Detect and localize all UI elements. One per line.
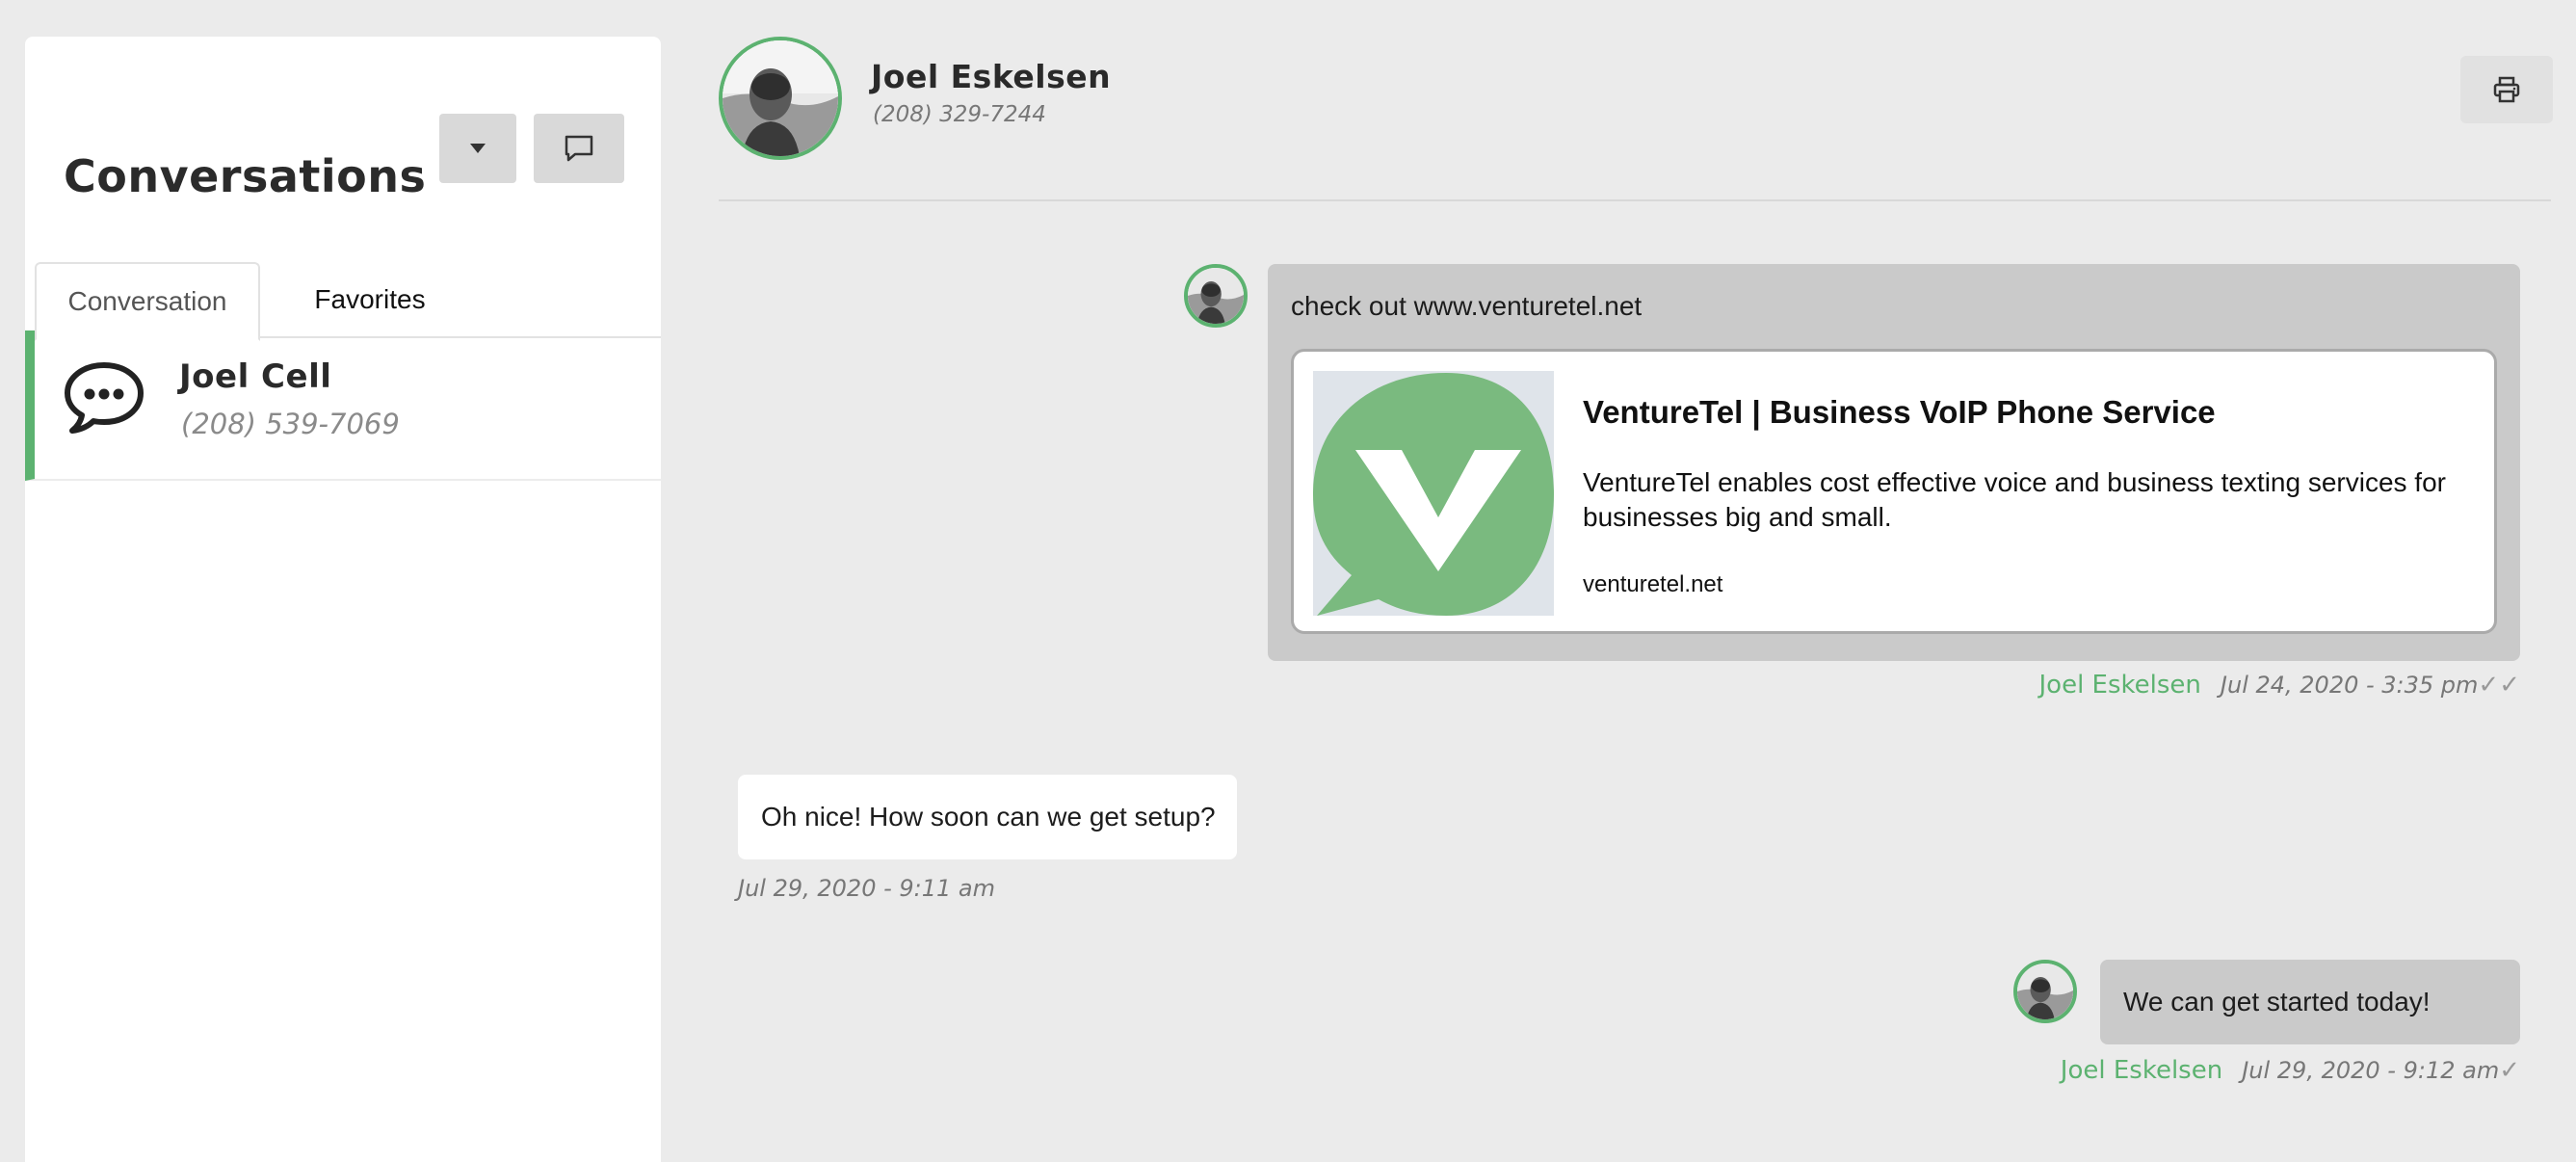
contact-name: Joel Eskelsen: [871, 58, 1112, 95]
header-divider: [719, 199, 2551, 201]
conversation-tabs: Conversation Favorites: [25, 225, 661, 341]
message-sender: Joel Eskelsen: [2060, 1056, 2223, 1085]
message-meta: Joel Eskelsen Jul 24, 2020 - 3:35 pm ✓✓: [2039, 671, 2521, 700]
link-preview-card[interactable]: VentureTel | Business VoIP Phone Service…: [1291, 349, 2497, 634]
filter-dropdown-button[interactable]: [439, 114, 516, 183]
link-preview-domain: venturetel.net: [1583, 571, 1723, 597]
message-icon: [565, 135, 593, 162]
conversation-name: Joel Cell: [179, 357, 332, 396]
venturetel-logo: [1313, 371, 1554, 616]
message-text: check out www.venturetel.net: [1291, 291, 1643, 321]
sender-avatar: [2013, 960, 2077, 1023]
print-button[interactable]: [2460, 56, 2553, 123]
tab-conversation[interactable]: Conversation: [35, 262, 260, 341]
link-preview-title: VentureTel | Business VoIP Phone Service: [1583, 394, 2216, 430]
incoming-message-bubble: Oh nice! How soon can we get setup?: [738, 775, 1237, 859]
sidebar-title: Conversations: [64, 150, 427, 202]
contact-phone: (208) 329-7244: [873, 102, 1046, 127]
chat-bubble-icon: [65, 362, 144, 434]
message-timestamp: Jul 24, 2020 - 3:35 pm: [2220, 672, 2479, 699]
link-preview-description: VentureTel enables cost effective voice …: [1583, 467, 2446, 532]
caret-down-icon: [470, 144, 486, 153]
print-icon: [2493, 76, 2520, 103]
new-message-button[interactable]: [534, 114, 624, 183]
message-text: We can get started today!: [2123, 987, 2431, 1017]
outgoing-message-bubble: We can get started today!: [2100, 960, 2520, 1044]
read-receipt-icon: ✓✓: [2478, 671, 2520, 700]
conversation-list-item[interactable]: Joel Cell (208) 539-7069: [25, 330, 661, 481]
message-text: Oh nice! How soon can we get setup?: [761, 802, 1216, 832]
contact-avatar: [719, 37, 842, 160]
outgoing-message-bubble: check out www.venturetel.net VentureTel …: [1268, 264, 2520, 661]
tab-favorites[interactable]: Favorites: [277, 262, 462, 337]
message-timestamp: Jul 29, 2020 - 9:12 am: [2242, 1057, 2500, 1084]
sent-receipt-icon: ✓: [2499, 1056, 2520, 1085]
message-sender: Joel Eskelsen: [2038, 671, 2201, 700]
message-meta: Joel Eskelsen Jul 29, 2020 - 9:12 am ✓: [2061, 1056, 2520, 1085]
sender-avatar: [1184, 264, 1248, 328]
conversations-sidebar: Conversations Conversation Favorites Joe…: [25, 37, 661, 1162]
message-timestamp: Jul 29, 2020 - 9:11 am: [738, 875, 995, 902]
conversation-phone: (208) 539-7069: [181, 408, 400, 440]
